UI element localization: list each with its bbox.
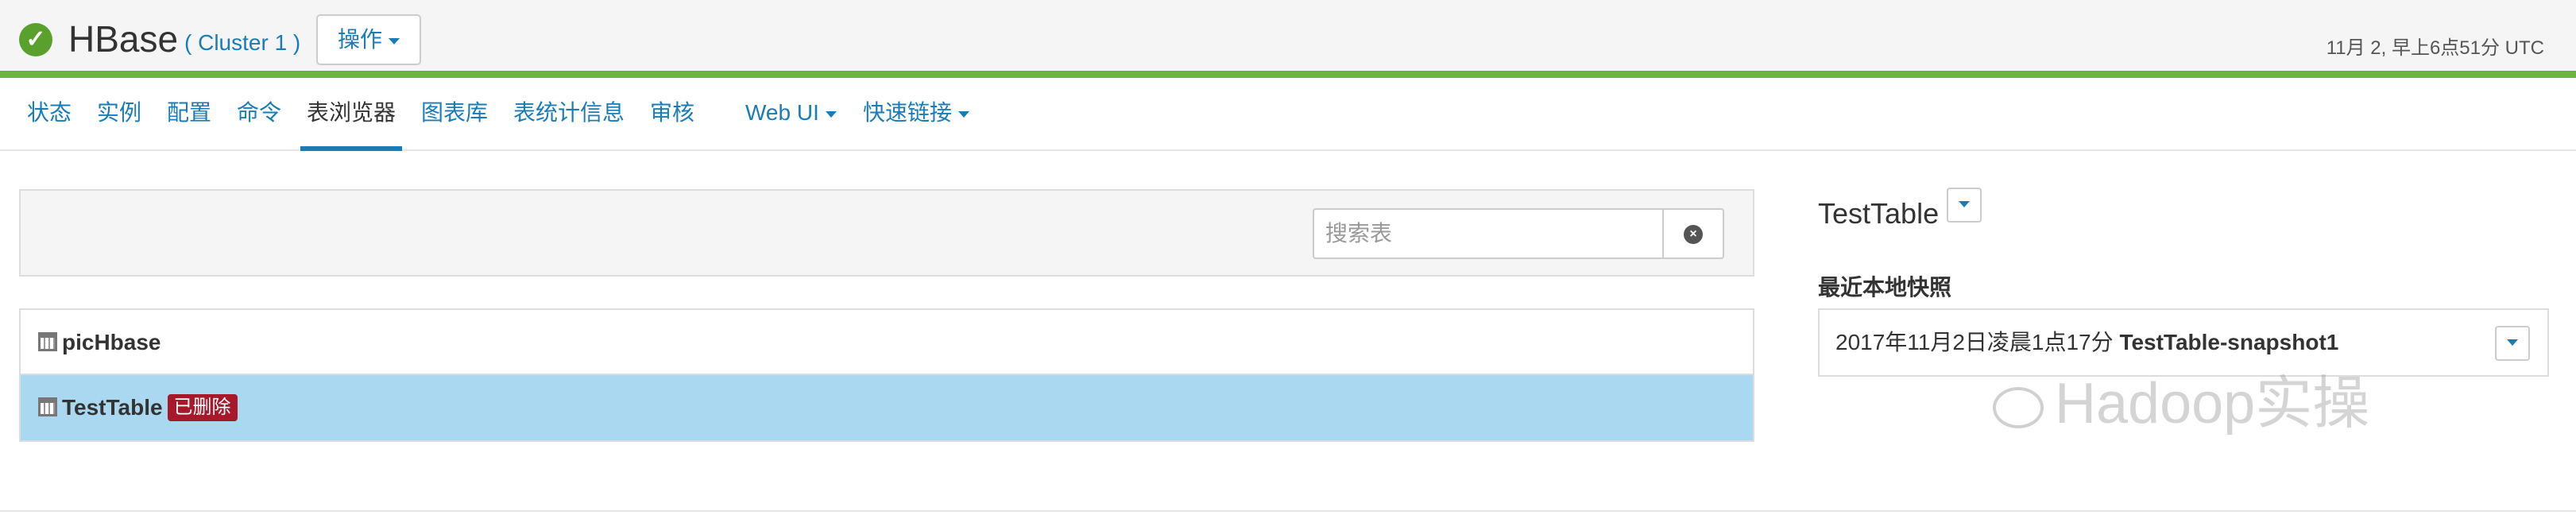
check-circle-icon: ✓ <box>19 23 52 56</box>
table-name: picHbase <box>62 330 161 354</box>
tab-table-browser[interactable]: 表浏览器 <box>300 78 403 151</box>
service-name: HBase <box>68 18 179 60</box>
snapshot-name: TestTable-snapshot1 <box>2119 330 2339 354</box>
tab-quick-links-label: 快速链接 <box>863 100 953 125</box>
selected-table-title: TestTable <box>1818 197 1940 230</box>
tab-status[interactable]: 状态 <box>27 78 72 151</box>
current-time: 11月 2, 早上6点51分 UTC <box>2326 37 2544 59</box>
search-input[interactable]: 搜索表 <box>1313 208 1664 259</box>
tab-commands[interactable]: 命令 <box>237 78 281 151</box>
cluster-link[interactable]: ( Cluster 1 ) <box>184 30 300 56</box>
service-tabs: 状态 实例 配置 命令 表浏览器 图表库 表统计信息 审核 Web UI 快速链… <box>0 78 2576 151</box>
chevron-down-icon <box>1959 200 1970 207</box>
calendar-icon <box>38 397 57 416</box>
divider <box>0 510 2576 512</box>
watermark-text: Hadoop实操 <box>2055 372 2370 436</box>
tab-web-ui[interactable]: Web UI <box>745 78 837 151</box>
chevron-down-icon <box>389 37 400 45</box>
table-row[interactable]: picHbase <box>21 310 1753 375</box>
tab-table-statistics[interactable]: 表统计信息 <box>513 78 625 151</box>
deleted-badge: 已删除 <box>167 393 238 421</box>
snapshot-time: 2017年11月2日凌晨1点17分 <box>1835 330 2114 354</box>
table-actions-dropdown[interactable] <box>1947 188 1982 223</box>
chevron-down-icon <box>958 110 970 118</box>
table-search-panel: 搜索表 × <box>19 189 1754 277</box>
tab-instances[interactable]: 实例 <box>97 78 141 151</box>
calendar-icon <box>38 331 57 351</box>
tab-audit[interactable]: 审核 <box>650 78 694 151</box>
wechat-icon <box>1993 386 2044 428</box>
watermark: Hadoop实操 <box>1993 356 2369 439</box>
table-row-selected[interactable]: TestTable 已删除 <box>21 375 1753 440</box>
recent-snapshots-label: 最近本地快照 <box>1818 275 1952 300</box>
tab-quick-links[interactable]: 快速链接 <box>863 78 970 151</box>
tab-chart-library[interactable]: 图表库 <box>421 78 488 151</box>
chevron-down-icon <box>2507 339 2518 346</box>
actions-label: 操作 <box>337 27 382 52</box>
clear-search-button[interactable]: × <box>1664 208 1724 259</box>
service-header: ✓ HBase ( Cluster 1 ) 操作 11月 2, 早上6点51分 … <box>0 0 2576 78</box>
clear-circle-icon: × <box>1684 225 1703 244</box>
tab-web-ui-label: Web UI <box>745 100 819 125</box>
snapshot-actions-dropdown[interactable] <box>2495 326 2530 361</box>
table-name: TestTable <box>62 395 163 420</box>
table-list: picHbase TestTable 已删除 <box>19 308 1754 442</box>
actions-dropdown-button[interactable]: 操作 <box>316 14 421 65</box>
chevron-down-icon <box>825 110 837 118</box>
tab-configuration[interactable]: 配置 <box>167 78 211 151</box>
